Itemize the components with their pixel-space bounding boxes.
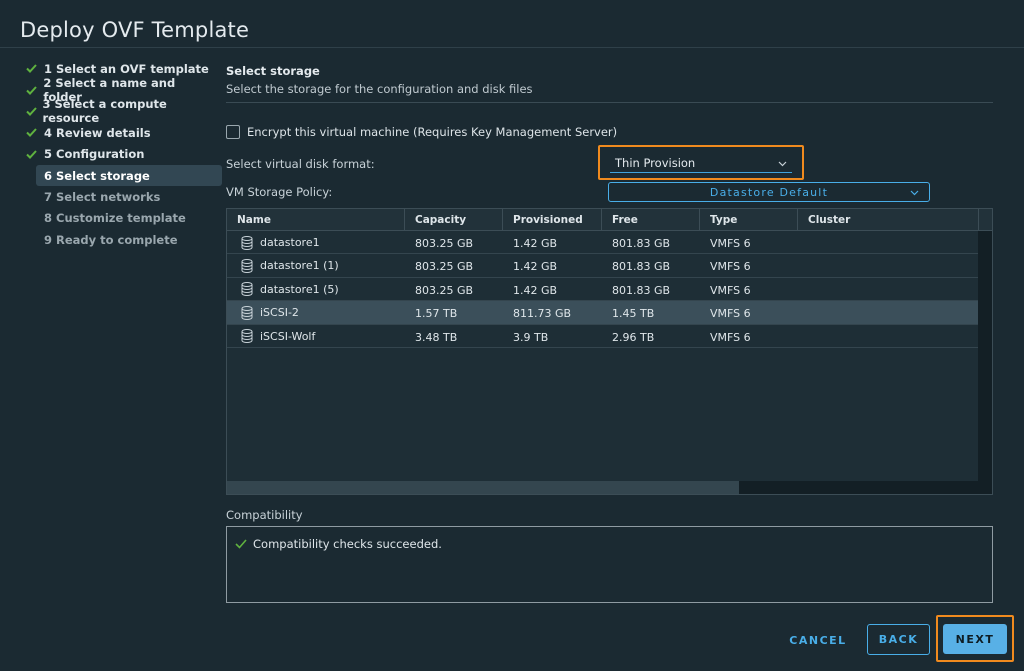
database-icon: [241, 305, 253, 320]
cancel-button[interactable]: CANCEL: [780, 626, 856, 654]
encrypt-option[interactable]: Encrypt this virtual machine (Requires K…: [226, 125, 617, 139]
step-label: 4 Review details: [44, 125, 151, 140]
title-divider: [0, 47, 1024, 48]
provisioned-cell: 3.9 TB: [513, 330, 549, 344]
database-icon: [241, 282, 253, 297]
encrypt-label: Encrypt this virtual machine (Requires K…: [247, 125, 618, 139]
compatibility-panel: Compatibility checks succeeded.: [226, 526, 993, 603]
column-header-provisioned[interactable]: Provisioned: [503, 209, 602, 231]
step-label: 5 Configuration: [44, 147, 145, 162]
next-button[interactable]: NEXT: [943, 624, 1007, 654]
column-header-free[interactable]: Free: [602, 209, 700, 231]
compatibility-message: Compatibility checks succeeded.: [235, 537, 442, 551]
chevron-down-icon: [778, 156, 787, 170]
datastore-table: Name Capacity Provisioned Free Type Clus…: [226, 208, 993, 495]
free-cell: 2.96 TB: [612, 330, 655, 344]
disk-format-select[interactable]: Thin Provision: [610, 153, 792, 173]
provisioned-cell: 1.42 GB: [513, 283, 558, 297]
next-button-highlight: NEXT: [936, 615, 1014, 662]
section-divider: [226, 102, 993, 103]
disk-format-highlight: Thin Provision: [598, 145, 804, 180]
cluster-cell: [798, 231, 979, 254]
capacity-cell: 803.25 GB: [415, 283, 474, 297]
type-cell: VMFS 6: [710, 330, 751, 344]
compatibility-text: Compatibility checks succeeded.: [253, 537, 442, 551]
horizontal-scrollbar[interactable]: [227, 481, 992, 494]
column-header-cluster[interactable]: Cluster: [798, 209, 979, 231]
storage-policy-value: Datastore Default: [709, 186, 829, 199]
storage-policy-select[interactable]: Datastore Default: [608, 182, 930, 202]
check-icon: [235, 539, 247, 549]
type-cell: VMFS 6: [710, 283, 751, 297]
vertical-scrollbar[interactable]: [978, 231, 992, 481]
table-row-selected[interactable]: iSCSI-2 1.57 TB 811.73 GB 1.45 TB VMFS 6: [227, 301, 992, 325]
chevron-down-icon: [910, 186, 919, 199]
step-label: 9 Ready to complete: [44, 232, 178, 247]
type-cell: VMFS 6: [710, 260, 751, 274]
check-icon: [26, 150, 44, 159]
check-icon: [26, 64, 44, 74]
disk-format-value: Thin Provision: [615, 156, 696, 170]
database-icon: [241, 235, 253, 250]
horizontal-scrollbar-thumb[interactable]: [227, 481, 739, 494]
datastore-name: datastore1 (5): [260, 282, 339, 296]
database-icon: [241, 329, 253, 344]
table-row[interactable]: iSCSI-Wolf 3.48 TB 3.9 TB 2.96 TB VMFS 6: [227, 325, 992, 348]
cluster-cell: [798, 325, 979, 348]
free-cell: 801.83 GB: [612, 237, 671, 250]
table-header: Name Capacity Provisioned Free Type Clus…: [227, 209, 992, 231]
column-header-type[interactable]: Type: [700, 209, 798, 231]
check-icon: [26, 107, 42, 116]
cluster-cell: [798, 301, 979, 324]
encrypt-checkbox[interactable]: [226, 125, 240, 139]
capacity-cell: 1.57 TB: [415, 307, 458, 321]
check-icon: [26, 128, 44, 138]
section-title: Select storage: [226, 64, 320, 78]
provisioned-cell: 811.73 GB: [513, 307, 572, 321]
column-header-name[interactable]: Name: [227, 209, 405, 231]
type-cell: VMFS 6: [710, 307, 751, 321]
section-subtitle: Select the storage for the configuration…: [226, 82, 533, 96]
step-label: 7 Select networks: [44, 190, 161, 205]
wizard-steps: 1 Select an OVF template 2 Select a name…: [22, 58, 222, 251]
compatibility-label: Compatibility: [226, 508, 303, 522]
table-row[interactable]: datastore1 (5) 803.25 GB 1.42 GB 801.83 …: [227, 278, 992, 302]
datastore-name: iSCSI-2: [260, 306, 299, 320]
step-label: 6 Select storage: [44, 168, 150, 183]
window-title: Deploy OVF Template: [20, 18, 250, 42]
capacity-cell: 803.25 GB: [415, 237, 474, 250]
datastore-name: datastore1: [260, 236, 320, 249]
table-row[interactable]: datastore1 (1) 803.25 GB 1.42 GB 801.83 …: [227, 254, 992, 278]
storage-policy-label: VM Storage Policy:: [226, 185, 333, 199]
check-icon: [26, 85, 43, 95]
column-header-capacity[interactable]: Capacity: [405, 209, 503, 231]
provisioned-cell: 1.42 GB: [513, 237, 558, 250]
step-label: 8 Customize template: [44, 211, 186, 226]
step-label: 3 Select a compute resource: [42, 97, 167, 126]
capacity-cell: 3.48 TB: [415, 330, 458, 344]
datastore-name: datastore1 (1): [260, 259, 339, 273]
type-cell: VMFS 6: [710, 237, 751, 250]
step-ready-to-complete[interactable]: 9 Ready to complete: [22, 229, 212, 250]
cluster-cell: [798, 278, 979, 301]
free-cell: 801.83 GB: [612, 260, 671, 274]
datastore-name: iSCSI-Wolf: [260, 329, 316, 343]
table-row[interactable]: datastore1 803.25 GB 1.42 GB 801.83 GB V…: [227, 231, 992, 255]
step-compute-resource[interactable]: 3 Select a compute resource: [22, 97, 212, 125]
provisioned-cell: 1.42 GB: [513, 260, 558, 274]
database-icon: [241, 258, 253, 273]
disk-format-label: Select virtual disk format:: [226, 157, 375, 171]
step-select-networks[interactable]: 7 Select networks: [22, 186, 212, 207]
step-configuration[interactable]: 5 Configuration: [22, 144, 212, 165]
capacity-cell: 803.25 GB: [415, 260, 474, 274]
step-select-storage[interactable]: 6 Select storage: [36, 164, 222, 187]
cluster-cell: [798, 254, 979, 277]
free-cell: 1.45 TB: [612, 307, 655, 321]
back-button[interactable]: BACK: [867, 624, 930, 655]
step-customize-template[interactable]: 8 Customize template: [22, 208, 212, 229]
step-label: 1 Select an OVF template: [44, 61, 209, 76]
free-cell: 801.83 GB: [612, 283, 671, 297]
